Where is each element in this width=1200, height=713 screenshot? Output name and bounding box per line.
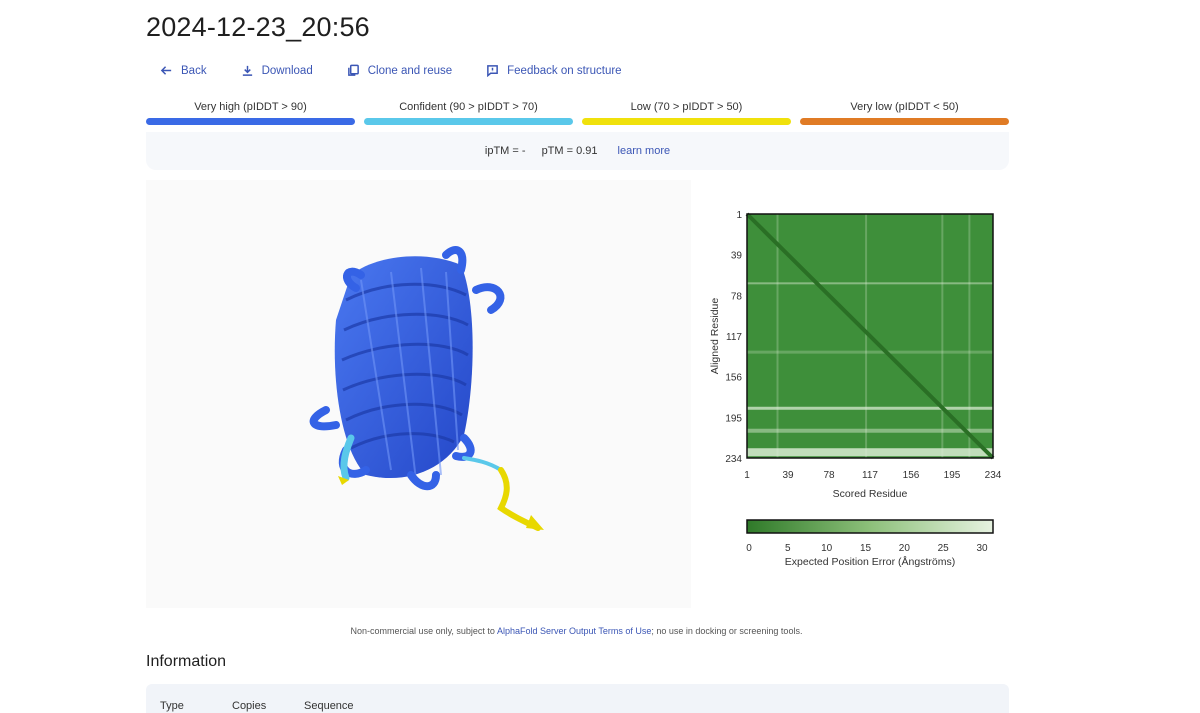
y-tick-label: 39 xyxy=(731,251,743,262)
terms-link[interactable]: AlphaFold Server Output Terms of Use xyxy=(497,626,651,636)
download-icon xyxy=(242,65,252,76)
colorbar-tick-label: 5 xyxy=(785,543,791,554)
ptm-score: pTM = 0.91 xyxy=(541,145,598,157)
x-axis-label: Scored Residue xyxy=(833,488,908,500)
x-tick-label: 234 xyxy=(985,470,1002,481)
score-strip: ipTM = - pTM = 0.91 learn more xyxy=(146,132,1009,170)
colorbar xyxy=(746,519,994,534)
legend-label: Confident (90 > pIDDT > 70) xyxy=(399,101,538,113)
colorbar-ticks: 0 5 10 15 20 25 30 xyxy=(746,543,988,554)
action-bar: Back Download Clone and reuse Feedback o… xyxy=(160,64,656,77)
legend-bar xyxy=(800,118,1009,125)
legend-bar xyxy=(582,118,791,125)
colorbar-tick-label: 20 xyxy=(899,543,911,554)
colorbar-tick-label: 30 xyxy=(976,543,988,554)
legend-confident: Confident (90 > pIDDT > 70) xyxy=(364,101,573,125)
y-axis-ticks: 1 39 78 117 156 195 234 xyxy=(725,210,742,465)
feedback-button[interactable]: Feedback on structure xyxy=(486,64,622,77)
page-title: 2024-12-23_20:56 xyxy=(146,12,370,42)
x-tick-label: 195 xyxy=(944,470,961,481)
back-button[interactable]: Back xyxy=(160,64,207,77)
iptm-score: ipTM = - xyxy=(484,145,526,157)
legend-low: Low (70 > pIDDT > 50) xyxy=(582,101,791,125)
colorbar-tick-label: 25 xyxy=(938,543,950,554)
pae-plot[interactable]: 1 39 78 117 156 195 234 1 39 78 117 156 195 234 Alig… xyxy=(700,200,1020,580)
column-sequence: Sequence xyxy=(304,700,354,712)
arrow-left-icon xyxy=(160,66,172,75)
clone-label: Clone and reuse xyxy=(367,64,453,77)
heatmap-band-vertical xyxy=(941,214,944,458)
heatmap-band xyxy=(747,428,993,433)
download-label: Download xyxy=(261,64,313,77)
x-tick-label: 1 xyxy=(744,470,750,481)
y-tick-label: 1 xyxy=(736,210,742,221)
legend-label: Very low (pIDDT < 50) xyxy=(850,101,959,113)
legend-label: Low (70 > pIDDT > 50) xyxy=(630,101,743,113)
heatmap-band-vertical xyxy=(776,214,779,458)
colorbar-label: Expected Position Error (Ångströms) xyxy=(785,555,955,568)
column-type: Type xyxy=(160,700,184,712)
feedback-label: Feedback on structure xyxy=(507,64,622,77)
cyan-tail xyxy=(462,456,503,472)
column-copies: Copies xyxy=(232,700,267,712)
copy-icon xyxy=(347,64,359,76)
back-label: Back xyxy=(181,64,207,77)
structure-viewer[interactable] xyxy=(146,180,691,608)
y-tick-label: 234 xyxy=(725,454,742,465)
confidence-legend: Very high (pIDDT > 90) Confident (90 > p… xyxy=(146,101,1009,125)
information-heading: Information xyxy=(146,653,227,670)
y-tick-label: 117 xyxy=(726,332,742,343)
pae-heatmap xyxy=(745,212,995,460)
information-table: Type Copies Sequence xyxy=(146,684,1009,713)
protein-structure-image xyxy=(309,246,544,531)
y-tick-label: 195 xyxy=(725,413,742,424)
y-axis-label: Aligned Residue xyxy=(709,298,721,375)
legend-bar xyxy=(146,118,355,125)
heatmap-band-vertical xyxy=(865,214,868,458)
x-tick-label: 39 xyxy=(782,470,794,481)
y-tick-label: 78 xyxy=(731,291,743,302)
heatmap-band xyxy=(747,282,993,285)
terms-note: Non-commercial use only, subject to Alph… xyxy=(0,626,1153,636)
learn-more-link[interactable]: learn more xyxy=(618,145,671,157)
colorbar-tick-label: 15 xyxy=(860,543,872,554)
heatmap-band xyxy=(747,350,993,354)
x-tick-label: 78 xyxy=(823,470,835,481)
heatmap-band-vertical xyxy=(968,214,971,458)
heatmap-band xyxy=(747,448,993,457)
x-tick-label: 117 xyxy=(862,470,878,481)
terms-suffix: ; no use in docking or screening tools. xyxy=(651,626,803,636)
y-tick-label: 156 xyxy=(725,373,742,384)
legend-very-high: Very high (pIDDT > 90) xyxy=(146,101,355,125)
x-tick-label: 156 xyxy=(903,470,920,481)
heatmap-band xyxy=(747,406,993,410)
legend-label: Very high (pIDDT > 90) xyxy=(194,101,307,113)
legend-very-low: Very low (pIDDT < 50) xyxy=(800,101,1009,125)
x-axis-ticks: 1 39 78 117 156 195 234 xyxy=(744,470,1002,481)
download-button[interactable]: Download xyxy=(241,64,313,77)
terms-prefix: Non-commercial use only, subject to xyxy=(350,626,497,636)
clone-and-reuse-button[interactable]: Clone and reuse xyxy=(347,64,452,77)
colorbar-tick-label: 10 xyxy=(821,543,833,554)
colorbar-tick-label: 0 xyxy=(746,543,752,554)
feedback-icon xyxy=(487,65,499,77)
yellow-arrowhead xyxy=(526,515,544,530)
legend-bar xyxy=(364,118,573,125)
